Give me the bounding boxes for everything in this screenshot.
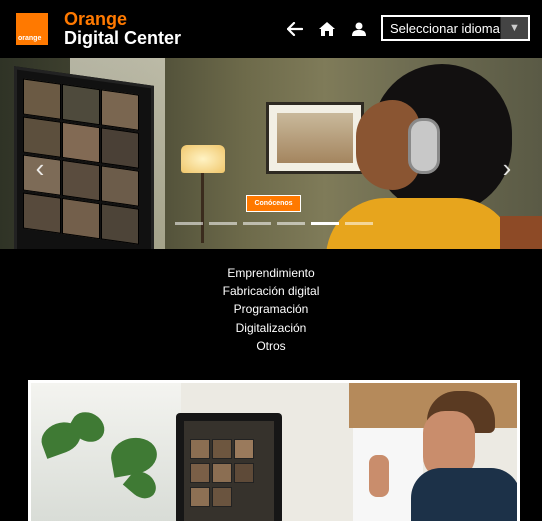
menu-item-programacion[interactable]: Programación (0, 300, 542, 318)
language-select-value: Seleccionar idioma (390, 20, 500, 36)
hero-carousel: ‹ › Conócenos (0, 58, 542, 249)
orange-logo[interactable]: orange (16, 13, 48, 45)
back-arrow-icon[interactable] (285, 19, 305, 39)
carousel-next-icon[interactable]: › (495, 153, 519, 183)
brand-name-line2[interactable]: Digital Center (64, 28, 181, 48)
language-select[interactable]: Seleccionar idioma ▼ (381, 15, 530, 41)
carousel-dot-1[interactable] (175, 222, 203, 225)
home-icon[interactable] (317, 19, 337, 39)
conocenos-button[interactable]: Conócenos (246, 195, 301, 212)
dropdown-arrow-icon[interactable]: ▼ (499, 17, 528, 39)
feature-image (28, 380, 520, 521)
menu-item-digitalizacion[interactable]: Digitalización (0, 319, 542, 337)
carousel-prev-icon[interactable]: ‹ (28, 153, 52, 183)
menu-item-fabricacion-digital[interactable]: Fabricación digital (0, 282, 542, 300)
carousel-indicators (175, 222, 373, 225)
logo-text: orange (18, 35, 42, 42)
menu-item-emprendimiento[interactable]: Emprendimiento (0, 264, 542, 282)
carousel-dot-3[interactable] (243, 222, 271, 225)
brand-name-line1[interactable]: Orange (64, 9, 127, 29)
menu-item-otros[interactable]: Otros (0, 337, 542, 355)
carousel-dot-2[interactable] (209, 222, 237, 225)
carousel-dot-5[interactable] (311, 222, 339, 225)
user-icon[interactable] (349, 19, 369, 39)
category-menu: Emprendimiento Fabricación digital Progr… (0, 264, 542, 355)
site-header: orange Orange Digital Center Seleccionar… (0, 0, 542, 58)
carousel-dot-4[interactable] (277, 222, 305, 225)
carousel-dot-6[interactable] (345, 222, 373, 225)
